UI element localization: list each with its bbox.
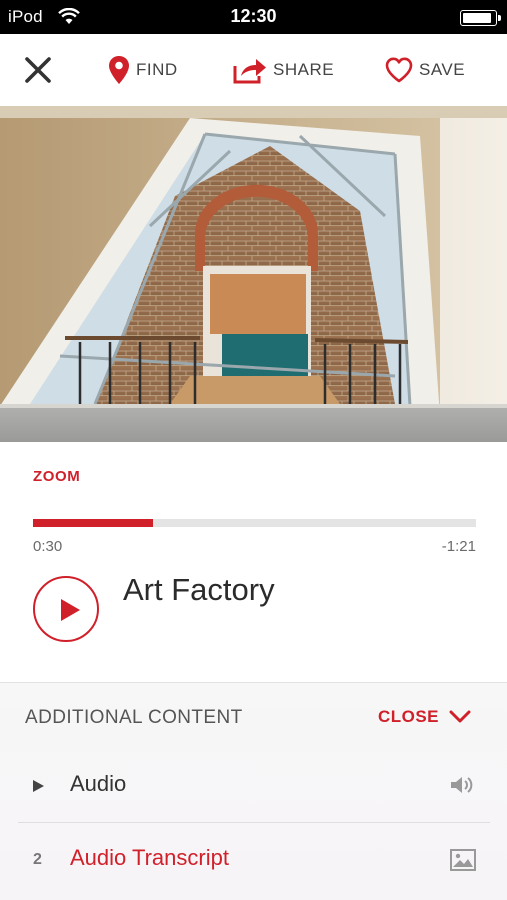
- progress-bar[interactable]: [33, 519, 476, 527]
- speaker-icon: [450, 775, 476, 800]
- artwork-photo[interactable]: [0, 106, 507, 442]
- audio-player: ZOOM 0:30 -1:21 Art Factory: [0, 442, 507, 682]
- list-item-audio[interactable]: Audio: [18, 749, 490, 823]
- play-icon: [61, 599, 80, 621]
- additional-content-panel: ADDITIONAL CONTENT CLOSE Audio 2 Audio T…: [0, 682, 507, 900]
- share-arrow-icon: [233, 59, 266, 84]
- list-item-audio-transcript[interactable]: 2 Audio Transcript: [18, 823, 490, 897]
- additional-content-heading: ADDITIONAL CONTENT: [25, 707, 243, 728]
- status-bar: iPod 12:30: [0, 0, 507, 34]
- clock: 12:30: [230, 6, 277, 26]
- list-item-number: 2: [33, 851, 42, 868]
- location-pin-icon: [109, 56, 129, 84]
- elapsed-time: 0:30: [33, 538, 63, 555]
- battery-level: [463, 13, 491, 23]
- image-icon: [450, 849, 476, 876]
- close-additional-label: CLOSE: [377, 707, 439, 726]
- close-button[interactable]: [22, 54, 54, 86]
- track-title: Art Factory: [123, 572, 275, 607]
- save-label: SAVE: [419, 60, 466, 79]
- heart-icon: [385, 57, 413, 83]
- share-label: SHARE: [273, 60, 335, 79]
- share-button[interactable]: SHARE: [233, 54, 334, 86]
- expand-triangle-icon: [33, 780, 44, 792]
- remaining-time: -1:21: [441, 538, 476, 555]
- find-button[interactable]: FIND: [108, 54, 178, 86]
- progress-bar-fill: [33, 519, 153, 527]
- close-additional-button[interactable]: CLOSE: [378, 707, 471, 727]
- list-item-label: Audio: [70, 771, 127, 796]
- play-button[interactable]: [33, 576, 99, 642]
- save-button[interactable]: SAVE: [385, 54, 465, 86]
- toolbar: FIND SHARE SAVE: [0, 34, 507, 106]
- list-item-label: Audio Transcript: [70, 845, 229, 870]
- close-icon: [25, 57, 51, 83]
- find-label: FIND: [136, 60, 178, 79]
- chevron-down-icon: [449, 710, 471, 723]
- zoom-button[interactable]: ZOOM: [33, 468, 80, 485]
- battery-icon: [460, 10, 501, 26]
